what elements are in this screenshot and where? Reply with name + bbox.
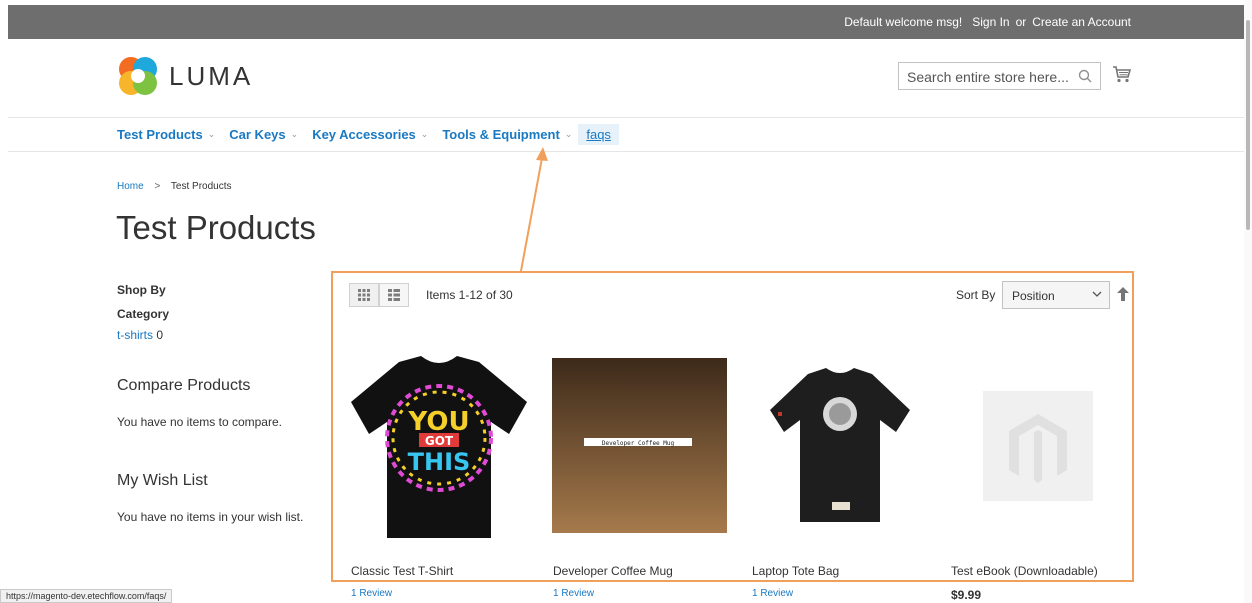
compare-products-title: Compare Products — [117, 377, 251, 394]
chevron-down-icon: ⌄ — [290, 128, 299, 139]
sort-direction-arrow-icon[interactable] — [1117, 287, 1129, 301]
product-name-link[interactable]: Test eBook (Downloadable) — [951, 564, 1098, 578]
product-review-link[interactable]: 1 Review — [351, 588, 392, 599]
scrollbar-thumb[interactable] — [1246, 20, 1250, 230]
product-image[interactable]: Developer Coffee Mug — [551, 352, 731, 542]
product-review-link[interactable]: 1 Review — [553, 588, 594, 599]
product-price: $9.99 — [951, 588, 982, 602]
product-item: Test eBook (Downloadable) $9.99 — [949, 352, 1129, 602]
product-item: Developer Coffee Mug Developer Coffee Mu… — [551, 352, 731, 599]
product-name-link[interactable]: Developer Coffee Mug — [553, 564, 673, 578]
category-filter-item[interactable]: t-shirts 0 — [117, 328, 163, 342]
product-review-link[interactable]: 1 Review — [752, 588, 793, 599]
breadcrumb-current: Test Products — [170, 181, 232, 192]
product-image[interactable] — [750, 352, 930, 542]
nav-item-label: Key Accessories — [312, 126, 416, 142]
luma-logo-icon — [119, 57, 157, 95]
search-icon[interactable] — [1078, 69, 1092, 83]
product-image[interactable] — [949, 352, 1129, 542]
sort-by-label: Sort By — [956, 288, 996, 302]
nav-item-test-products[interactable]: Test Products ⌄ — [117, 127, 215, 142]
page-title: Test Products — [116, 209, 316, 246]
svg-text:GOT: GOT — [425, 434, 454, 448]
welcome-message: Default welcome msg! — [844, 15, 963, 29]
nav-divider-top — [8, 117, 1244, 118]
logo[interactable]: LUMA — [117, 55, 253, 97]
grid-icon — [358, 289, 370, 301]
header-links: Default welcome msg! Sign In or Create a… — [844, 15, 1131, 29]
logo-text: LUMA — [169, 60, 254, 91]
tshirt-image: YOU GOT THIS — [351, 356, 527, 538]
chevron-down-icon — [1092, 291, 1102, 297]
nav-item-faqs[interactable]: faqs — [578, 123, 619, 145]
product-item: Laptop Tote Bag 1 Review — [750, 352, 930, 599]
sign-in-link[interactable]: Sign In — [972, 15, 1009, 29]
placeholder-image — [983, 391, 1093, 501]
coffee-mug-image: Developer Coffee Mug — [552, 358, 727, 533]
tote-bag-image — [770, 368, 910, 522]
search-input[interactable] — [905, 66, 1079, 88]
list-icon — [388, 289, 400, 301]
create-account-link[interactable]: Create an Account — [1032, 15, 1131, 29]
view-mode-switcher — [349, 283, 409, 307]
nav-item-label: faqs — [586, 126, 611, 142]
wishlist-empty-message: You have no items in your wish list. — [117, 510, 304, 524]
grid-view-button[interactable] — [349, 283, 379, 307]
main-navigation: Test Products ⌄ Car Keys ⌄ Key Accessori… — [117, 122, 633, 146]
category-filter-link[interactable]: t-shirts — [117, 328, 153, 342]
wishlist-title: My Wish List — [117, 472, 208, 489]
list-view-button[interactable] — [379, 283, 409, 307]
nav-item-tools-equipment[interactable]: Tools & Equipment ⌄ — [442, 127, 572, 142]
svg-text:YOU: YOU — [407, 407, 469, 437]
nav-item-key-accessories[interactable]: Key Accessories ⌄ — [312, 127, 428, 142]
toolbar-amount: Items 1-12 of 30 — [426, 288, 513, 302]
category-filter-count: 0 — [156, 328, 164, 342]
shop-by-title: Shop By — [117, 283, 166, 297]
breadcrumb-home-link[interactable]: Home — [117, 181, 144, 192]
sort-by-value: Position — [1012, 289, 1055, 303]
nav-item-label: Car Keys — [229, 126, 286, 142]
breadcrumb: Home > Test Products — [117, 181, 232, 192]
nav-item-car-keys[interactable]: Car Keys ⌄ — [229, 127, 298, 142]
nav-item-label: Test Products — [117, 126, 203, 142]
chevron-right-icon: > — [154, 181, 161, 192]
chevron-down-icon: ⌄ — [564, 128, 573, 139]
svg-text:THIS: THIS — [408, 448, 471, 476]
category-filter-title[interactable]: Category — [117, 307, 169, 321]
mug-image-text: Developer Coffee Mug — [602, 440, 675, 447]
nav-divider-bottom — [8, 151, 1244, 152]
chevron-down-icon: ⌄ — [420, 128, 429, 139]
nav-item-label: Tools & Equipment — [442, 126, 560, 142]
product-image[interactable]: YOU GOT THIS — [349, 352, 529, 542]
chevron-down-icon: ⌄ — [207, 128, 216, 139]
product-name-link[interactable]: Laptop Tote Bag — [752, 564, 839, 578]
or-text: or — [1015, 15, 1027, 29]
product-item: YOU GOT THIS Classic Test T-Shirt 1 Revi… — [349, 352, 529, 599]
compare-empty-message: You have no items to compare. — [117, 415, 282, 429]
browser-status-url: https://magento-dev.etechflow.com/faqs/ — [0, 589, 173, 603]
search-box — [898, 62, 1101, 90]
cart-icon[interactable] — [1112, 64, 1132, 84]
sort-by-select[interactable]: Position — [1002, 281, 1110, 309]
top-panel: Default welcome msg! Sign In or Create a… — [8, 5, 1244, 39]
page-scrollbar[interactable] — [1244, 0, 1252, 603]
product-name-link[interactable]: Classic Test T-Shirt — [351, 564, 453, 578]
